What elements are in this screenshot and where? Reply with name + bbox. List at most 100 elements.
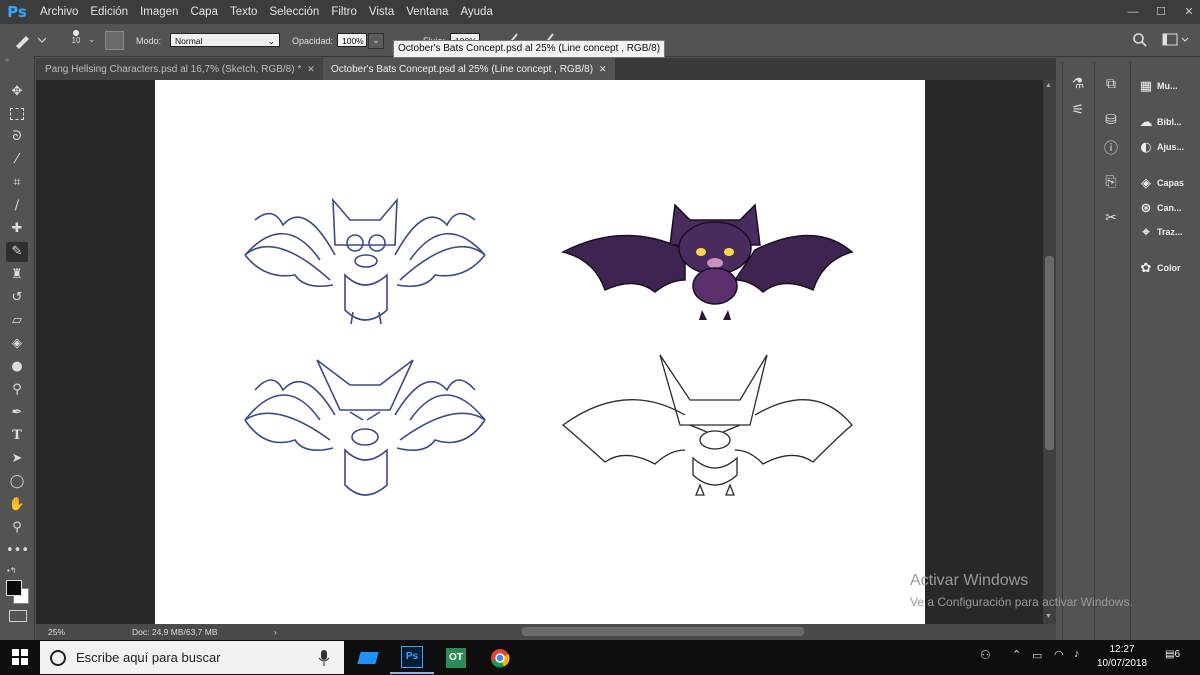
properties-icon[interactable]: ⛁ (1096, 112, 1126, 128)
color-palette-icon: ✿ (1140, 260, 1152, 276)
blur-tool-icon[interactable]: ● (6, 357, 28, 377)
horizontal-scrollbar-thumb[interactable] (522, 627, 804, 636)
lineart-bat (561, 354, 853, 496)
panel-label: Can... (1157, 203, 1182, 213)
path-selection-tool-icon[interactable]: ➤ (6, 449, 28, 469)
crop-tool-icon[interactable]: ⌗ (6, 173, 28, 193)
menu-capa[interactable]: Capa (184, 6, 224, 18)
tools-icon[interactable]: ✂ (1096, 210, 1126, 226)
brush-tool-preset-icon[interactable] (12, 30, 46, 50)
move-tool-icon[interactable]: ✥ (6, 82, 28, 102)
type-tool-icon[interactable]: T (6, 426, 28, 446)
glyphs-icon[interactable]: ⎘ (1096, 174, 1126, 190)
people-icon[interactable]: ⚇ (980, 648, 991, 662)
notifications-icon[interactable]: ▤6 (1165, 649, 1185, 665)
clone-stamp-tool-icon[interactable]: ♜ (6, 265, 28, 285)
menu-archivo[interactable]: Archivo (34, 6, 84, 18)
menu-seleccion[interactable]: Selección (263, 6, 325, 18)
brush-tool-icon[interactable]: ✎ (6, 242, 28, 262)
default-colors-icon[interactable]: ▪↰ (7, 566, 17, 575)
menu-edicion[interactable]: Edición (84, 6, 134, 18)
menu-ventana[interactable]: Ventana (400, 6, 454, 18)
panel-canales[interactable]: ⊛ Can... (1135, 198, 1182, 218)
history-icon[interactable]: ⧉ (1096, 76, 1126, 92)
mode-select[interactable]: Normal ⌄ (170, 33, 280, 47)
eraser-tool-icon[interactable]: ▱ (6, 311, 28, 331)
taskbar-search-box[interactable]: Escribe aquí para buscar (40, 641, 344, 674)
taskbar-chrome-icon[interactable] (478, 641, 522, 674)
opacity-dropdown-icon[interactable]: ⌄ (368, 33, 384, 49)
menu-ayuda[interactable]: Ayuda (454, 6, 498, 18)
brush-size-value: 10 (71, 36, 81, 45)
minimize-button[interactable]: — (1122, 0, 1144, 24)
zoom-level[interactable]: 25% (48, 624, 65, 640)
paths-icon: ⌖ (1142, 224, 1150, 240)
lasso-tool-icon[interactable]: ᘐ (6, 127, 28, 147)
tab-pang-hellsing[interactable]: Pang Hellsing Characters.psd al 16,7% (S… (37, 58, 323, 80)
canvas[interactable] (155, 80, 925, 624)
menu-vista[interactable]: Vista (363, 6, 400, 18)
info-icon[interactable]: ⓘ (1096, 138, 1126, 158)
status-menu-arrow-icon[interactable]: › (274, 624, 277, 640)
eyedropper-tool-icon[interactable]: ∕ (6, 196, 28, 216)
panel-trazados[interactable]: ⌖ Traz... (1135, 222, 1182, 242)
magic-wand-tool-icon[interactable]: ⁄ (6, 150, 28, 170)
panel-color[interactable]: ✿ Color (1135, 258, 1181, 278)
pen-tool-icon[interactable]: ✒ (6, 403, 28, 423)
paint-bucket-tool-icon[interactable]: ◈ (6, 334, 28, 354)
panel-bibliotecas[interactable]: ☁ Bibl... (1135, 112, 1182, 132)
volume-icon[interactable]: ♪ (1074, 648, 1080, 660)
activation-watermark-text: Ve a Configuración para activar Windows. (910, 595, 1133, 609)
chevron-down-icon[interactable]: ⌄ (88, 34, 96, 45)
tab-octobers-bats[interactable]: October's Bats Concept.psd al 25% (Line … (323, 58, 615, 80)
battery-icon[interactable]: ▭ (1032, 649, 1042, 662)
panel-strip-2: ⧉ ⛁ ⓘ ⎘ ✂ (1094, 62, 1127, 640)
panel-muestras[interactable]: ▦ Mu... (1135, 76, 1178, 96)
close-button[interactable]: ✕ (1178, 0, 1200, 24)
healing-brush-tool-icon[interactable]: ✚ (6, 219, 28, 239)
quick-mask-icon[interactable] (9, 610, 27, 622)
hand-tool-icon[interactable]: ✋ (6, 495, 28, 515)
panel-label: Bibl... (1157, 117, 1182, 127)
microphone-icon[interactable] (318, 650, 330, 666)
mode-value: Normal (175, 36, 203, 46)
opacity-field[interactable]: 100% (337, 33, 367, 47)
chevron-up-icon[interactable]: ⌃ (1012, 648, 1021, 661)
close-icon[interactable]: ✕ (307, 64, 315, 74)
zoom-tool-icon[interactable]: ⚲ (6, 518, 28, 538)
brush-size-picker[interactable]: 10 (66, 28, 86, 45)
brush-settings-icon[interactable]: ⚗ (1063, 76, 1093, 92)
close-icon[interactable]: ✕ (599, 64, 607, 74)
task-view-icon[interactable] (346, 641, 390, 674)
ellipse-tool-icon[interactable]: ◯ (6, 472, 28, 492)
wifi-icon[interactable]: ◠ (1054, 648, 1064, 661)
windows-start-icon[interactable] (12, 649, 28, 665)
collapse-toolbar-icon[interactable]: » (5, 57, 9, 64)
foreground-color-swatch[interactable] (6, 580, 22, 596)
scroll-up-icon[interactable]: ▲ (1045, 82, 1052, 89)
taskbar-photoshop-icon[interactable]: Ps (390, 641, 434, 674)
menu-texto[interactable]: Texto (224, 6, 264, 18)
search-placeholder: Escribe aquí para buscar (76, 650, 221, 665)
panel-ajustes[interactable]: ◐ Ajus... (1135, 137, 1184, 157)
maximize-button[interactable]: ☐ (1150, 0, 1172, 24)
taskbar-app-icon[interactable]: OT (434, 641, 478, 674)
panel-capas[interactable]: ◈ Capas (1135, 173, 1184, 193)
tab-tooltip: October's Bats Concept.psd al 25% (Line … (393, 40, 666, 58)
opacity-label: Opacidad: (292, 36, 334, 46)
taskbar-clock[interactable]: 12:27 10/07/2018 (1092, 643, 1152, 671)
brush-presets-icon[interactable]: ⚟ (1063, 102, 1093, 118)
more-tools-icon[interactable]: ••• (6, 541, 29, 561)
history-brush-tool-icon[interactable]: ↺ (6, 288, 28, 308)
scroll-down-icon[interactable]: ▼ (1045, 613, 1052, 620)
menu-imagen[interactable]: Imagen (134, 6, 184, 18)
channels-icon: ⊛ (1140, 200, 1152, 216)
menu-filtro[interactable]: Filtro (325, 6, 363, 18)
brush-panel-toggle-icon[interactable] (105, 31, 124, 50)
sketch-bat-1 (244, 197, 486, 325)
vertical-scrollbar-thumb[interactable] (1045, 256, 1054, 450)
dodge-tool-icon[interactable]: ⚲ (6, 380, 28, 400)
workspace-switcher-icon[interactable] (1162, 32, 1192, 48)
search-icon[interactable] (1132, 32, 1148, 48)
marquee-tool-icon[interactable] (6, 104, 28, 124)
